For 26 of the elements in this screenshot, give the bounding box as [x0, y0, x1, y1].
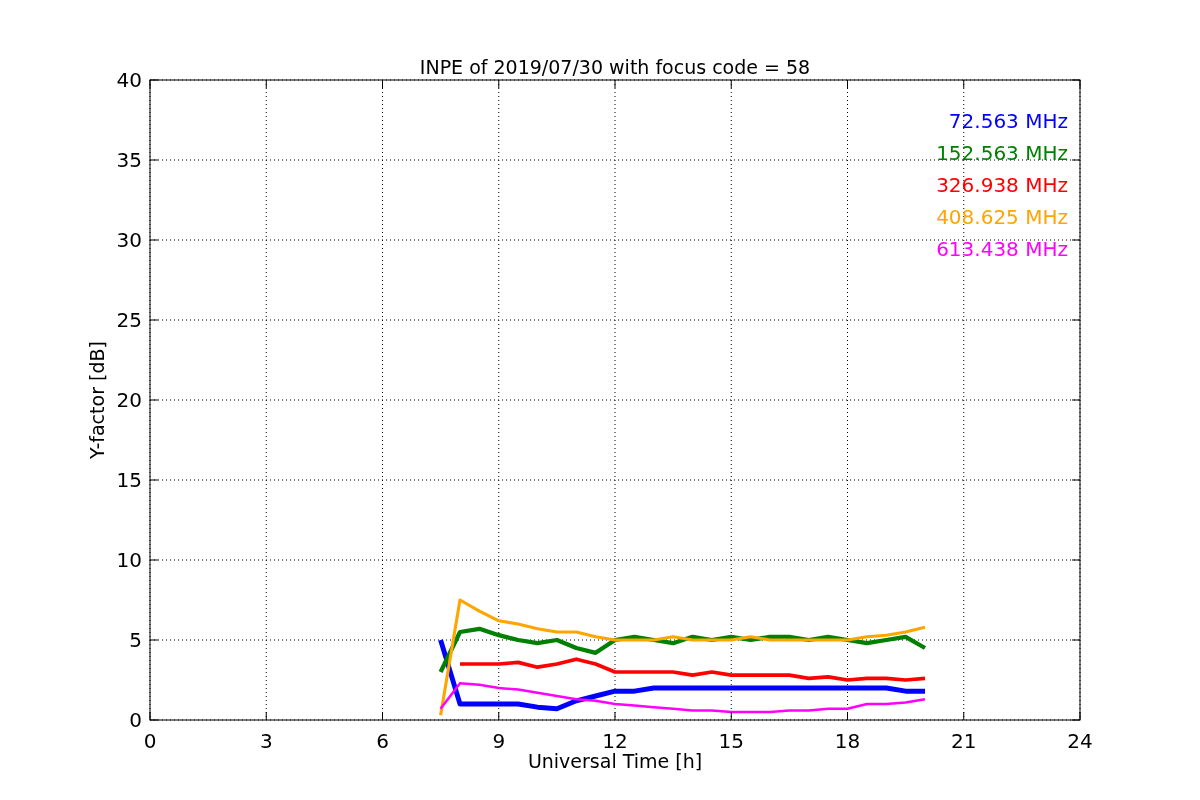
y-tick-label: 30 — [116, 228, 142, 252]
x-tick-label: 3 — [259, 729, 273, 753]
y-tick-label: 25 — [116, 308, 142, 332]
legend-label: 613.438 MHz — [936, 237, 1068, 261]
y-tick-label: 35 — [116, 148, 142, 172]
x-tick-label: 18 — [834, 729, 861, 753]
legend-label: 152.563 MHz — [936, 141, 1068, 165]
x-tick-label: 21 — [951, 729, 977, 753]
legend-label: 326.938 MHz — [936, 173, 1068, 197]
y-tick-label: 5 — [129, 628, 142, 652]
x-tick-label: 6 — [376, 729, 389, 753]
x-tick-label: 0 — [143, 729, 157, 753]
x-tick-label: 24 — [1067, 729, 1093, 753]
legend-label: 408.625 MHz — [936, 205, 1068, 229]
legend-label: 72.563 MHz — [948, 109, 1068, 133]
y-tick-label: 0 — [129, 708, 142, 732]
x-tick-label: 15 — [718, 729, 744, 753]
y-tick-label: 40 — [116, 68, 142, 92]
y-axis-label: Y-factor [dB] — [86, 341, 108, 459]
chart-title: INPE of 2019/07/30 with focus code = 58 — [419, 56, 811, 78]
y-tick-label: 15 — [116, 468, 142, 492]
y-tick-label: 20 — [116, 388, 142, 412]
x-axis-label: Universal Time [h] — [527, 750, 703, 772]
x-tick-label: 9 — [492, 729, 506, 753]
x-tick-label: 12 — [602, 729, 628, 753]
y-tick-label: 10 — [116, 548, 142, 572]
